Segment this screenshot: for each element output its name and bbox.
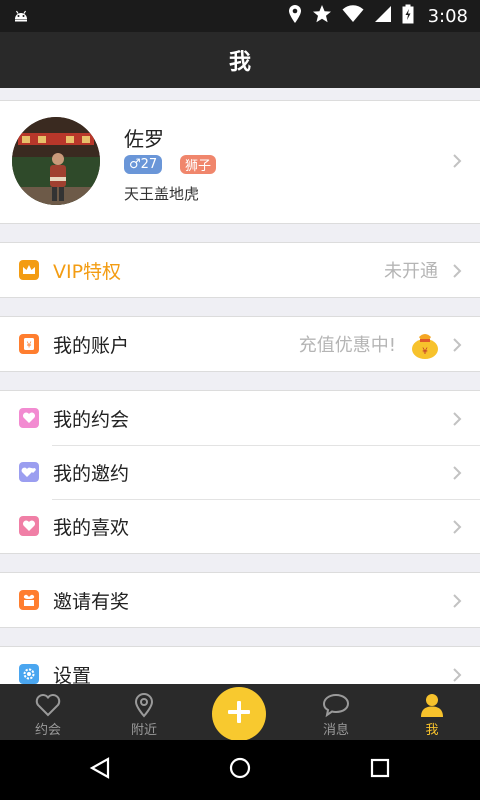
vip-row[interactable]: VIP特权 未开通 [0,243,480,297]
my-invitations-label: 我的邀约 [53,462,130,485]
heart-icon [19,516,39,536]
my-likes-label: 我的喜欢 [53,516,130,539]
profile-name: 佐罗 [124,127,164,151]
zodiac-badge: 狮子 [180,155,217,174]
invite-group: 邀请有奖 [0,572,480,628]
clock: 3:08 [427,5,468,27]
profile-card[interactable]: 佐罗 ♂27 狮子 天王盖地虎 [0,100,480,224]
crown-icon [19,260,39,280]
my-invitations-row[interactable]: 我的邀约 [0,445,480,499]
account-label: 我的账户 [53,334,130,357]
svg-text:¥: ¥ [422,347,428,357]
dating-group: 我的约会 我的邀约 我的喜欢 [0,390,480,554]
back-button[interactable] [70,754,130,786]
star-icon [312,4,332,28]
invite-label: 邀请有奖 [53,590,130,613]
money-bag-icon: ¥ [408,327,442,365]
status-bar: 3:08 [0,0,480,32]
tab-me[interactable]: 我 [384,684,480,740]
signal-icon [374,5,392,27]
recents-icon [369,757,391,783]
chevron-right-icon [452,153,462,173]
hearts-icon [19,462,39,482]
account-promo: 充值优惠中! [298,335,396,356]
chevron-right-icon [452,519,462,539]
wallet-icon: ¥ [19,334,39,354]
tab-label: 消息 [322,723,349,738]
home-button[interactable] [210,754,270,786]
settings-row[interactable]: 设置 [0,647,480,684]
location-outline-icon [96,692,192,718]
settings-group: 设置 [0,646,480,684]
home-icon [228,756,252,784]
vip-label: VIP特权 [53,260,122,283]
battery-icon [402,4,414,28]
gear-icon [19,664,39,684]
my-likes-row[interactable]: 我的喜欢 [0,499,480,553]
android-icon [12,7,30,29]
heart-icon [19,408,39,428]
vip-group: VIP特权 未开通 [0,242,480,298]
my-dates-row[interactable]: 我的约会 [0,391,480,445]
tab-nearby[interactable]: 附近 [96,684,192,740]
tab-label: 我 [425,723,439,738]
vip-status: 未开通 [384,261,438,282]
plus-icon [226,699,252,729]
chevron-right-icon [452,411,462,431]
my-dates-label: 我的约会 [53,408,130,431]
account-group: ¥ 我的账户 充值优惠中! ¥ [0,316,480,372]
gift-icon [19,590,39,610]
add-button[interactable] [212,687,266,741]
tab-messages[interactable]: 消息 [288,684,384,740]
avatar[interactable] [12,117,100,205]
settings-label: 设置 [53,664,92,685]
content-area[interactable]: 佐罗 ♂27 狮子 天王盖地虎 VIP特权 未开通 ¥ 我的账户 充值优惠中! … [0,88,480,684]
profile-signature: 天王盖地虎 [124,185,200,203]
chat-icon [288,692,384,718]
location-icon [288,4,302,28]
wifi-icon [342,5,364,27]
page-title: 我 [0,32,480,88]
chevron-right-icon [452,263,462,283]
back-icon [88,756,112,784]
recents-button[interactable] [350,754,410,786]
account-row[interactable]: ¥ 我的账户 充值优惠中! ¥ [0,317,480,371]
gender-age-badge: ♂27 [124,155,163,174]
svg-text:¥: ¥ [26,341,31,350]
person-icon [384,692,480,718]
chevron-right-icon [452,593,462,613]
system-nav-bar [0,740,480,800]
tab-label: 约会 [34,723,61,738]
tab-label: 附近 [130,723,157,738]
heart-outline-icon [0,692,96,718]
invite-row[interactable]: 邀请有奖 [0,573,480,627]
chevron-right-icon [452,337,462,357]
chevron-right-icon [452,667,462,684]
tab-dating[interactable]: 约会 [0,684,96,740]
chevron-right-icon [452,465,462,485]
